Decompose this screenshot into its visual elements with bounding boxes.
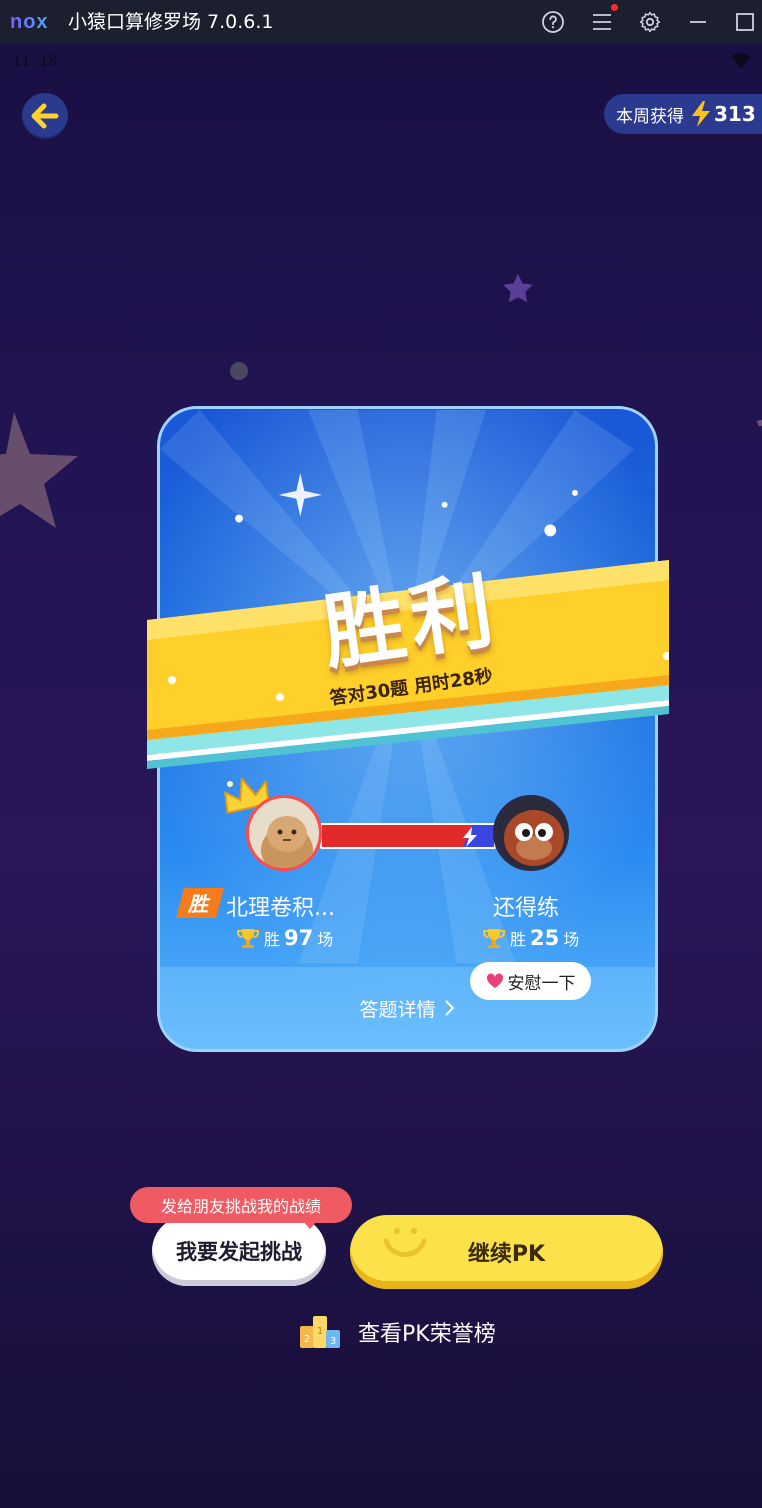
nox-logo: nox xyxy=(10,12,58,32)
window-title: 小猿口算修罗场 7.0.6.1 xyxy=(68,11,274,33)
trophy-icon xyxy=(237,929,259,948)
player-wins-prefix: 胜 xyxy=(264,930,281,949)
share-tip-bubble: 发给朋友挑战我的战绩 xyxy=(130,1187,352,1223)
console-button-label: 安慰一下 xyxy=(507,973,576,994)
honor-board-label: 查看PK荣誉榜 xyxy=(358,1322,496,1347)
share-tip-text: 发给朋友挑战我的战绩 xyxy=(160,1197,321,1216)
emulator-title-bar: nox 小猿口算修罗场 7.0.6.1 xyxy=(0,0,762,44)
weekly-points-value: 313 xyxy=(714,102,756,126)
continue-pk-button[interactable]: 继续PK xyxy=(350,1215,663,1289)
player-avatar[interactable] xyxy=(246,795,322,871)
minimize-icon[interactable] xyxy=(686,10,710,34)
honor-board-link[interactable]: 2 1 3 查看PK荣誉榜 xyxy=(298,1312,496,1352)
player-wins: 胜 97 场 xyxy=(236,926,333,950)
weekly-points-pill[interactable]: 本周获得 313 xyxy=(604,94,762,134)
opponent-name: 还得练 xyxy=(493,896,560,921)
opponent-wins-count: 25 xyxy=(530,926,560,950)
back-button[interactable] xyxy=(22,93,68,139)
opponent-wins-prefix: 胜 xyxy=(510,930,527,949)
maximize-icon[interactable] xyxy=(733,10,757,34)
menu-icon[interactable] xyxy=(590,10,614,34)
planet-decoration xyxy=(230,362,248,380)
share-tip-tail xyxy=(302,1220,318,1229)
edge-decoration xyxy=(756,384,762,427)
lightning-spark-icon xyxy=(463,827,477,847)
svg-text:3: 3 xyxy=(330,1336,336,1347)
player-wins-suffix: 场 xyxy=(317,930,334,949)
start-challenge-button[interactable]: 我要发起挑战 xyxy=(152,1216,326,1286)
chevron-right-icon xyxy=(444,1000,454,1016)
status-time: 11:18 xyxy=(12,52,58,70)
trophy-icon xyxy=(483,929,505,948)
wifi-icon xyxy=(731,53,751,69)
back-arrow-icon xyxy=(31,103,59,129)
player-wins-count: 97 xyxy=(284,926,314,950)
notification-dot xyxy=(611,4,618,11)
opponent-wins: 胜 25 场 xyxy=(482,926,579,950)
start-challenge-label: 我要发起挑战 xyxy=(176,1240,302,1264)
svg-text:1: 1 xyxy=(317,1326,323,1337)
player-name: 北理卷积... xyxy=(226,896,335,921)
gear-icon[interactable] xyxy=(638,10,662,34)
opponent-avatar[interactable] xyxy=(493,795,569,871)
star-decoration-small xyxy=(503,274,533,303)
answer-details-label: 答题详情 xyxy=(359,998,436,1021)
heart-icon xyxy=(486,973,503,988)
winner-badge-text: 胜 xyxy=(187,892,211,916)
winner-badge: 胜 xyxy=(176,888,224,918)
smile-icon xyxy=(383,1228,427,1257)
continue-pk-label: 继续PK xyxy=(467,1242,546,1267)
weekly-points-label: 本周获得 xyxy=(616,106,684,127)
versus-score-bar xyxy=(320,823,496,849)
help-icon[interactable] xyxy=(541,10,565,34)
lightning-icon xyxy=(692,101,710,127)
svg-text:2: 2 xyxy=(304,1334,310,1345)
console-button[interactable]: 安慰一下 xyxy=(470,962,591,1000)
podium-icon: 2 1 3 xyxy=(300,1316,340,1348)
opponent-wins-suffix: 场 xyxy=(563,930,580,949)
star-decoration-large xyxy=(0,412,78,528)
